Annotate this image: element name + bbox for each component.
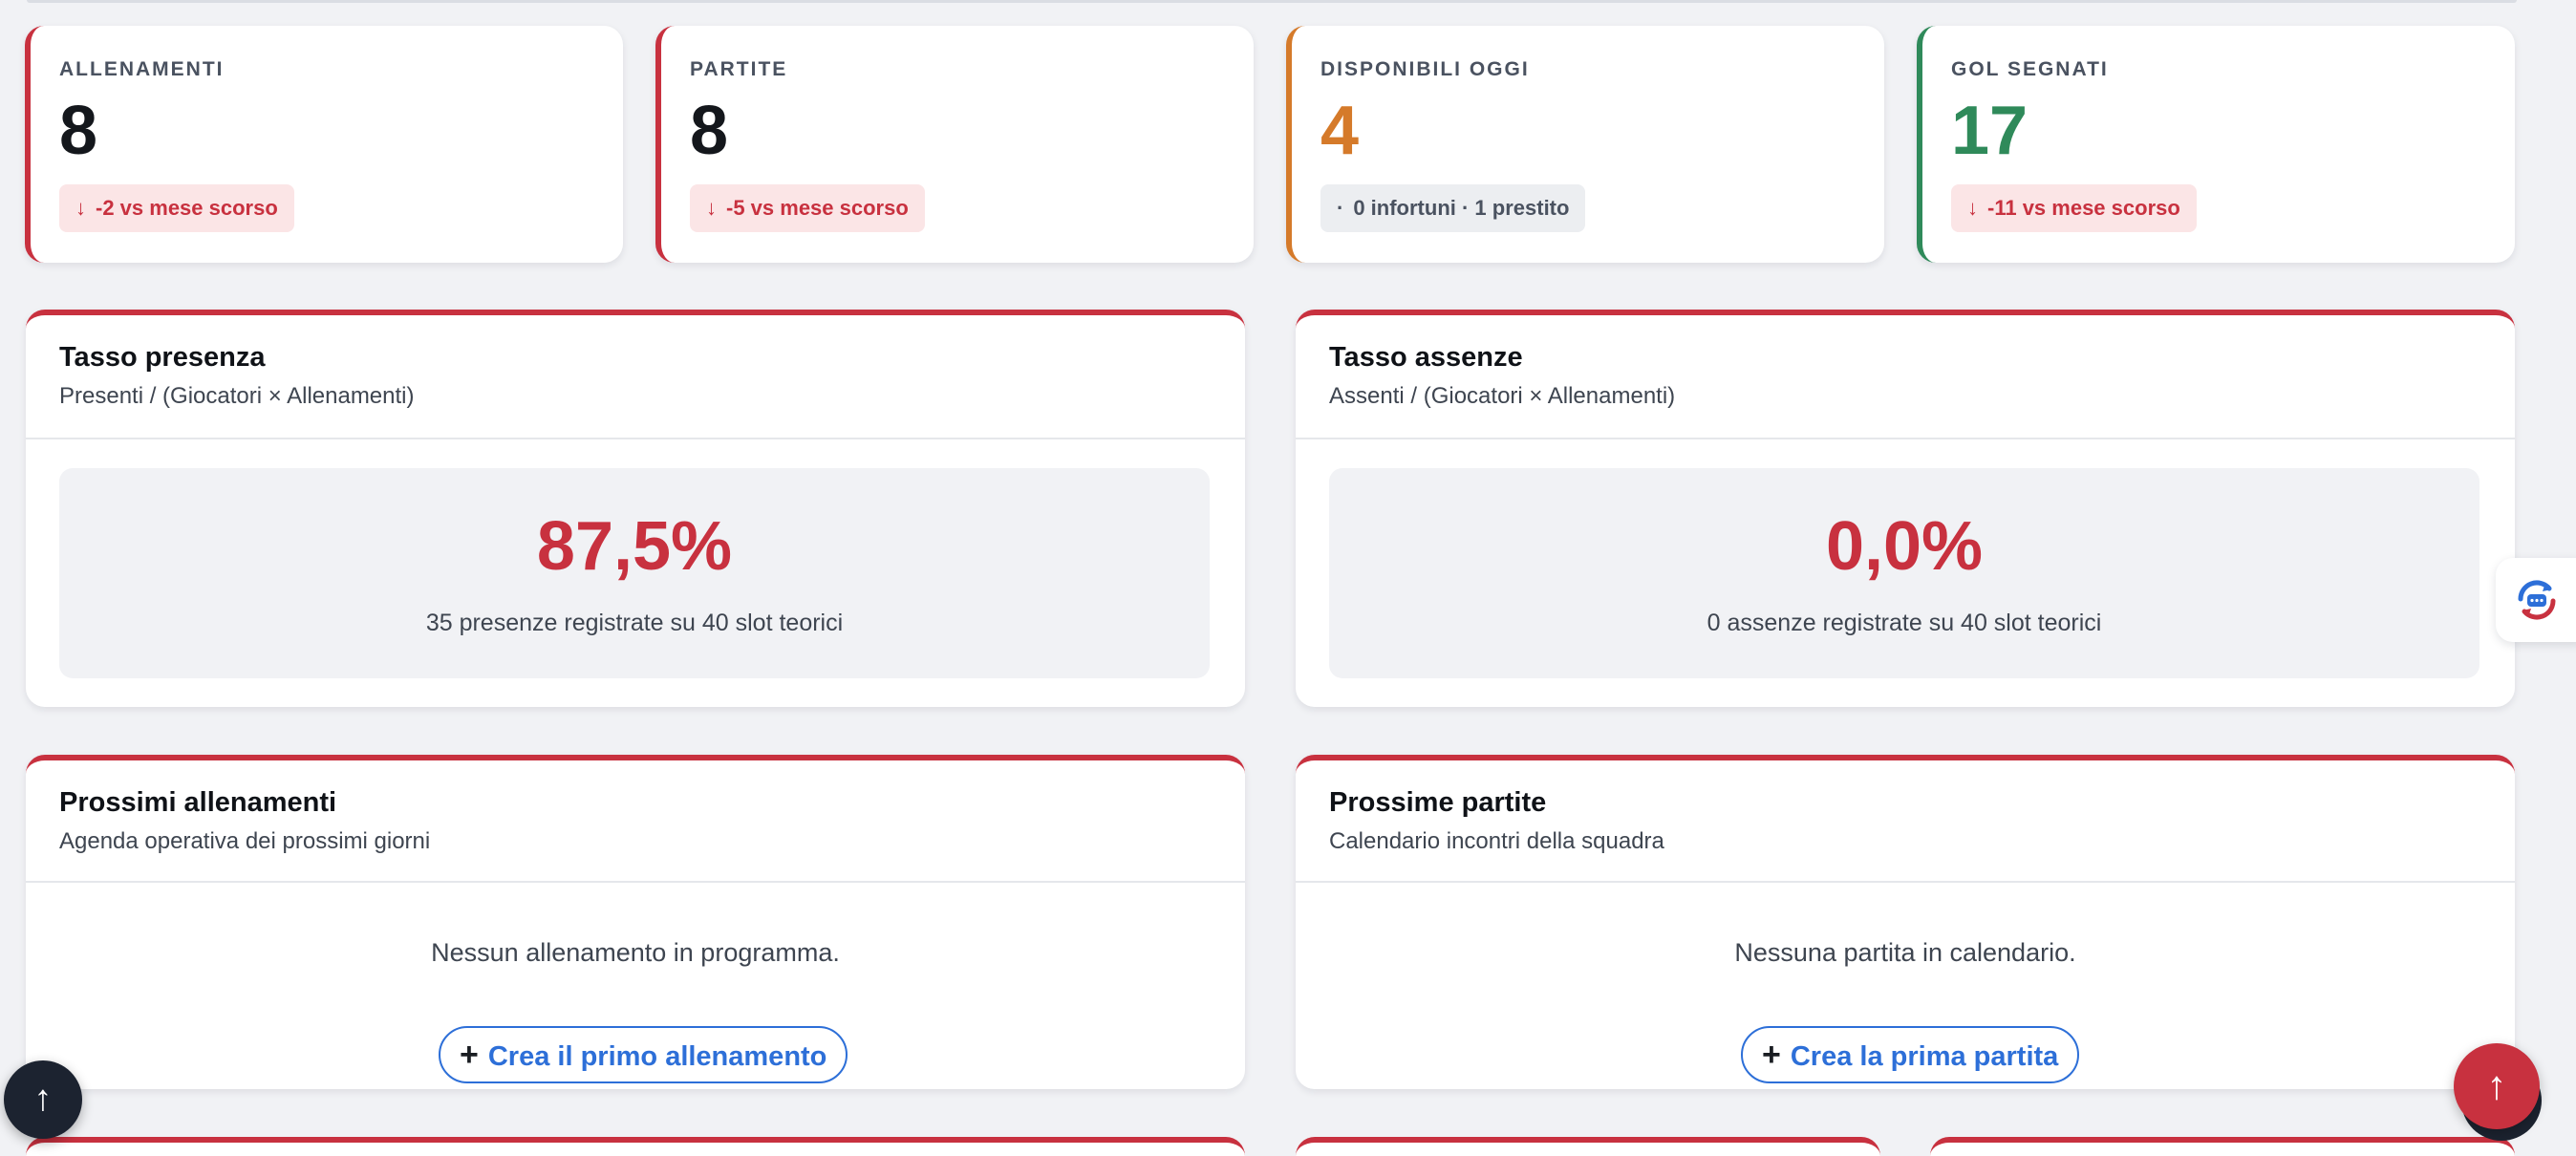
kpi-label: DISPONIBILI OGGI <box>1320 58 1530 80</box>
kpi-value: 4 <box>1320 93 1360 169</box>
panel-title: Prossimi allenamenti <box>59 787 337 818</box>
kpi-card-disponibili: DISPONIBILI OGGI 4 · 0 infortuni · 1 pres… <box>1286 26 1884 263</box>
panel-header: Prossimi allenamenti Agenda operativa de… <box>26 760 1245 883</box>
trend-badge-text: -11 vs mese scorso <box>1987 196 2180 220</box>
dot-icon: · <box>1337 196 1344 220</box>
panel-header: Tasso presenza Presenti / (Giocatori × A… <box>26 315 1245 439</box>
upcoming-matches-panel: Prossime partite Calendario incontri del… <box>1296 755 2515 1089</box>
panel-title: Tasso presenza <box>59 342 266 373</box>
kpi-label: ALLENAMENTI <box>59 58 225 80</box>
kpi-value: 8 <box>690 93 729 169</box>
side-chat-widget[interactable] <box>2496 558 2576 642</box>
status-badge-text: 0 infortuni · 1 prestito <box>1353 196 1570 220</box>
trend-badge: ↓ -11 vs mese scorso <box>1951 184 2197 232</box>
next-panel-edge <box>1296 1137 1880 1156</box>
top-panel-edge <box>27 0 2517 3</box>
button-label: Crea il primo allenamento <box>487 1041 827 1072</box>
presence-rate-panel: Tasso presenza Presenti / (Giocatori × A… <box>26 310 1245 707</box>
plus-icon: + <box>1762 1037 1781 1073</box>
scroll-to-top-button-accent[interactable]: ↑ <box>2454 1043 2540 1129</box>
trend-badge-text: -2 vs mese scorso <box>96 196 278 220</box>
kpi-label: GOL SEGNATI <box>1951 58 2109 80</box>
kpi-card-partite: PARTITE 8 ↓ -5 vs mese scorso <box>655 26 1254 263</box>
stat-caption: 35 presenze registrate su 40 slot teoric… <box>425 610 844 636</box>
panel-subtitle: Agenda operativa dei prossimi giorni <box>59 828 431 854</box>
chat-sync-icon <box>2518 580 2556 620</box>
arrow-down-icon: ↓ <box>706 196 717 220</box>
upcoming-trainings-panel: Prossimi allenamenti Agenda operativa de… <box>26 755 1245 1089</box>
stat-box: 0,0% 0 assenze registrate su 40 slot teo… <box>1329 468 2479 678</box>
empty-state-text: Nessuna partita in calendario. <box>1734 938 2076 967</box>
create-first-training-button[interactable]: + Crea il primo allenamento <box>439 1026 848 1083</box>
create-first-match-button[interactable]: + Crea la prima partita <box>1741 1026 2080 1083</box>
kpi-card-gol-segnati: GOL SEGNATI 17 ↓ -11 vs mese scorso <box>1917 26 2515 263</box>
arrow-down-icon: ↓ <box>1967 196 1978 220</box>
absence-rate-value: 0,0% <box>1825 508 1984 585</box>
arrow-down-icon: ↓ <box>75 196 86 220</box>
absence-rate-panel: Tasso assenze Assenti / (Giocatori × All… <box>1296 310 2515 707</box>
empty-state-text: Nessun allenamento in programma. <box>431 938 840 967</box>
kpi-label: PARTITE <box>690 58 788 80</box>
kpi-value: 17 <box>1951 93 2029 169</box>
panel-title: Tasso assenze <box>1329 342 1523 373</box>
kpi-value: 8 <box>59 93 98 169</box>
status-badge: · 0 infortuni · 1 prestito <box>1320 184 1586 232</box>
trend-badge: ↓ -2 vs mese scorso <box>59 184 294 232</box>
trend-badge: ↓ -5 vs mese scorso <box>690 184 925 232</box>
kpi-card-allenamenti: ALLENAMENTI 8 ↓ -2 vs mese scorso <box>25 26 623 263</box>
panel-subtitle: Calendario incontri della squadra <box>1329 828 1664 854</box>
stat-box: 87,5% 35 presenze registrate su 40 slot … <box>59 468 1210 678</box>
panel-subtitle: Presenti / (Giocatori × Allenamenti) <box>59 383 415 409</box>
panel-subtitle: Assenti / (Giocatori × Allenamenti) <box>1329 383 1676 409</box>
next-panel-edge <box>26 1137 1245 1156</box>
button-label: Crea la prima partita <box>1790 1041 2059 1072</box>
plus-icon: + <box>460 1037 479 1073</box>
next-panel-edge <box>1930 1137 2515 1156</box>
trend-badge-text: -5 vs mese scorso <box>726 196 909 220</box>
panel-title: Prossime partite <box>1329 787 1547 818</box>
panel-header: Prossime partite Calendario incontri del… <box>1296 760 2515 883</box>
panel-header: Tasso assenze Assenti / (Giocatori × All… <box>1296 315 2515 439</box>
presence-rate-value: 87,5% <box>536 508 733 585</box>
scroll-to-top-button[interactable]: ↑ <box>4 1060 82 1139</box>
stat-caption: 0 assenze registrate su 40 slot teorici <box>1707 610 2102 636</box>
